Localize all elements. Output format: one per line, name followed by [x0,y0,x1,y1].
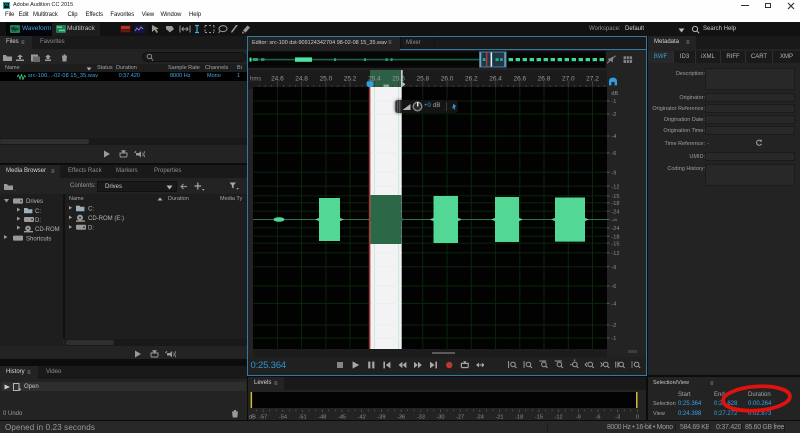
svg-text:dB: dB [611,91,618,97]
svg-text:-12: -12 [611,184,619,190]
svg-text:Shortcuts: Shortcuts [26,236,51,242]
svg-text:-1: -1 [611,99,616,105]
svg-text:26.4: 26.4 [489,76,502,83]
svg-text:C:: C: [88,206,94,212]
svg-text:-6: -6 [611,284,616,290]
svg-text:-6: -6 [611,151,616,157]
svg-text:-39: -39 [377,415,385,421]
svg-text:-57: -57 [259,415,267,421]
svg-text:hms: hms [250,77,261,83]
svg-text:27.2: 27.2 [586,76,599,83]
svg-text:26.8: 26.8 [538,76,551,83]
svg-text:-12: -12 [611,251,619,257]
svg-text:-4: -4 [611,134,616,140]
svg-text:-45: -45 [338,415,346,421]
svg-text:-15: -15 [611,194,619,200]
svg-text:25.8: 25.8 [416,76,429,83]
svg-text:25.6: 25.6 [392,76,405,83]
svg-text:-9: -9 [576,415,581,421]
svg-text:-9: -9 [611,265,616,271]
svg-text:-18: -18 [515,415,523,421]
svg-text:-9: -9 [611,171,616,177]
svg-text:-42: -42 [358,415,366,421]
svg-text:-33: -33 [417,415,425,421]
svg-text:-24: -24 [611,226,619,232]
svg-text:-18: -18 [611,201,619,207]
svg-text:27.0: 27.0 [562,76,575,83]
svg-text:C:: C: [35,209,41,215]
svg-text:-12: -12 [555,415,563,421]
svg-text:-24: -24 [611,209,619,215]
svg-text:-54: -54 [279,415,287,421]
svg-text:-21: -21 [495,415,503,421]
svg-text:CD-ROM: CD-ROM [35,227,60,233]
svg-text:26.0: 26.0 [441,76,454,83]
svg-text:24.6: 24.6 [271,76,284,83]
svg-text:-15: -15 [611,241,619,247]
svg-text:-30: -30 [436,415,444,421]
svg-text:-15: -15 [535,415,543,421]
svg-text:-48: -48 [318,415,326,421]
svg-text:26.6: 26.6 [513,76,526,83]
svg-text:-1: -1 [611,336,616,342]
svg-text:D:: D: [88,226,94,232]
svg-text:D:: D: [35,218,41,224]
svg-text:-18: -18 [611,234,619,240]
svg-text:-∞: -∞ [611,218,617,224]
svg-text:26.2: 26.2 [465,76,478,83]
svg-text:-3: -3 [615,415,620,421]
svg-text:0: 0 [636,415,639,421]
svg-text:-4: -4 [611,302,616,308]
svg-text:dB: dB [249,415,256,421]
svg-text:CD-ROM (E:): CD-ROM (E:) [88,216,124,222]
svg-text:-27: -27 [456,415,464,421]
svg-text:24.8: 24.8 [295,76,308,83]
svg-text:-2: -2 [611,323,616,329]
svg-text:25.0: 25.0 [320,76,333,83]
svg-text:-51: -51 [299,415,307,421]
svg-text:25.2: 25.2 [344,76,357,83]
svg-text:Drives: Drives [26,199,43,205]
svg-text:-36: -36 [397,415,405,421]
svg-text:-24: -24 [476,415,484,421]
svg-text:-6: -6 [596,415,601,421]
svg-text:-2: -2 [611,112,616,118]
